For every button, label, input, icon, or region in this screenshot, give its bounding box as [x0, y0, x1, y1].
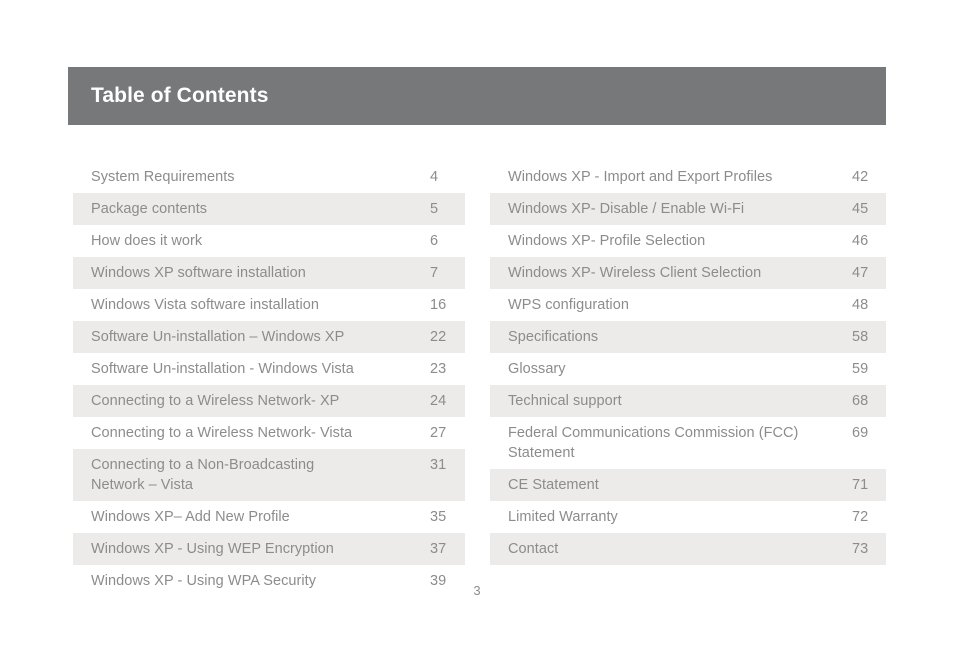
- toc-entry-page-number: 16: [430, 297, 447, 313]
- toc-entry-page-number: 69: [852, 425, 869, 441]
- toc-column-right: Windows XP - Import and Export Profiles 4…: [490, 161, 886, 565]
- toc-entry-page-number: 4: [430, 169, 439, 185]
- toc-entry-page-number: 5: [430, 201, 439, 217]
- toc-entry[interactable]: Windows XP- Wireless Client Selection 47: [490, 257, 886, 289]
- toc-entry[interactable]: Windows XP software installation 7: [73, 257, 465, 289]
- toc-entry-page-number: 42: [852, 169, 869, 185]
- toc-entry-label: Glossary: [508, 361, 566, 377]
- toc-entry-label: System Requirements: [91, 169, 235, 185]
- toc-entry-page-number: 23: [430, 361, 447, 377]
- toc-entry[interactable]: CE Statement 71: [490, 469, 886, 501]
- toc-entry-label: Limited Warranty: [508, 509, 618, 525]
- toc-entry-label: Contact: [508, 541, 559, 557]
- toc-entry-label: Windows XP– Add New Profile: [91, 509, 290, 525]
- toc-entry-page-number: 37: [430, 541, 447, 557]
- toc-entry[interactable]: Glossary 59: [490, 353, 886, 385]
- toc-entry-label: CE Statement: [508, 477, 599, 493]
- toc-entry[interactable]: WPS configuration 48: [490, 289, 886, 321]
- toc-entry[interactable]: Limited Warranty 72: [490, 501, 886, 533]
- toc-entry[interactable]: Connecting to a Non-Broadcasting Network…: [73, 449, 465, 501]
- toc-entry-label: Connecting to a Wireless Network- Vista: [91, 425, 353, 441]
- toc-entry-page-number: 68: [852, 393, 869, 409]
- toc-entry[interactable]: Connecting to a Wireless Network- XP 24: [73, 385, 465, 417]
- toc-entry-label: Windows XP- Wireless Client Selection: [508, 265, 762, 281]
- toc-entry[interactable]: Technical support 68: [490, 385, 886, 417]
- toc-entry-label: Software Un-installation – Windows XP: [91, 329, 345, 345]
- toc-entry-page-number: 47: [852, 265, 869, 281]
- toc-entry-label: Connecting to a Wireless Network- XP: [91, 393, 340, 409]
- toc-entry[interactable]: Specifications 58: [490, 321, 886, 353]
- toc-entry-page-number: 72: [852, 509, 869, 525]
- toc-entry-label: Windows XP - Import and Export Profiles: [508, 169, 773, 185]
- toc-entry-label: Software Un-installation - Windows Vista: [91, 361, 354, 377]
- toc-entry-page-number: 6: [430, 233, 439, 249]
- toc-entry-page-number: 71: [852, 477, 869, 493]
- toc-entry-label: Windows XP software installation: [91, 265, 306, 281]
- toc-entry[interactable]: Windows XP - Import and Export Profiles 4…: [490, 161, 886, 193]
- toc-entry-page-number: 7: [430, 265, 439, 281]
- toc-entry-label: Windows XP- Profile Selection: [508, 233, 706, 249]
- toc-entry-page-number: 27: [430, 425, 447, 441]
- footer-page-number: 3: [473, 583, 481, 598]
- toc-entry-page-number: 58: [852, 329, 869, 345]
- toc-entry[interactable]: Connecting to a Wireless Network- Vista 2…: [73, 417, 465, 449]
- toc-entry[interactable]: Federal Communications Commission (FCC) …: [490, 417, 886, 469]
- toc-entry[interactable]: Windows XP - Using WEP Encryption 37: [73, 533, 465, 565]
- toc-entry-page-number: 35: [430, 509, 447, 525]
- toc-entry-page-number: 45: [852, 201, 869, 217]
- toc-header-bar: Table of Contents: [68, 67, 886, 125]
- toc-entry-label: Package contents: [91, 201, 208, 217]
- toc-entry[interactable]: Windows XP- Disable / Enable Wi-Fi 45: [490, 193, 886, 225]
- toc-entry-page-number: 59: [852, 361, 869, 377]
- toc-entry-page-number: 73: [852, 541, 869, 557]
- toc-entry-label: Specifications: [508, 329, 599, 345]
- toc-entry[interactable]: Software Un-installation – Windows XP 22: [73, 321, 465, 353]
- toc-entry-label: Federal Communications Commission (FCC) …: [508, 425, 799, 461]
- toc-entry[interactable]: Contact 73: [490, 533, 886, 565]
- toc-entry-page-number: 31: [430, 457, 447, 473]
- toc-entry-page-number: 22: [430, 329, 447, 345]
- page-title: Table of Contents: [91, 84, 269, 107]
- toc-entry-page-number: 48: [852, 297, 869, 313]
- toc-entry[interactable]: Windows Vista software installation 16: [73, 289, 465, 321]
- toc-entry[interactable]: Software Un-installation - Windows Vista…: [73, 353, 465, 385]
- toc-entry-label: Connecting to a Non-Broadcasting Network…: [91, 457, 315, 493]
- toc-entry[interactable]: How does it work 6: [73, 225, 465, 257]
- toc-entry-label: Windows XP - Using WEP Encryption: [91, 541, 334, 557]
- toc-entry[interactable]: System Requirements 4: [73, 161, 465, 193]
- toc-entry-label: How does it work: [91, 233, 203, 249]
- toc-entry-page-number: 46: [852, 233, 869, 249]
- toc-entry-label: Windows Vista software installation: [91, 297, 319, 313]
- toc-column-left: System Requirements 4 Package contents 5 How…: [73, 161, 465, 597]
- toc-entry[interactable]: Windows XP- Profile Selection 46: [490, 225, 886, 257]
- toc-entry-label: Windows XP- Disable / Enable Wi-Fi: [508, 201, 745, 217]
- toc-entry-label: Technical support: [508, 393, 622, 409]
- toc-entry-label: WPS configuration: [508, 297, 629, 313]
- toc-entry-page-number: 24: [430, 393, 447, 409]
- toc-entry[interactable]: Windows XP– Add New Profile 35: [73, 501, 465, 533]
- toc-entry[interactable]: Package contents 5: [73, 193, 465, 225]
